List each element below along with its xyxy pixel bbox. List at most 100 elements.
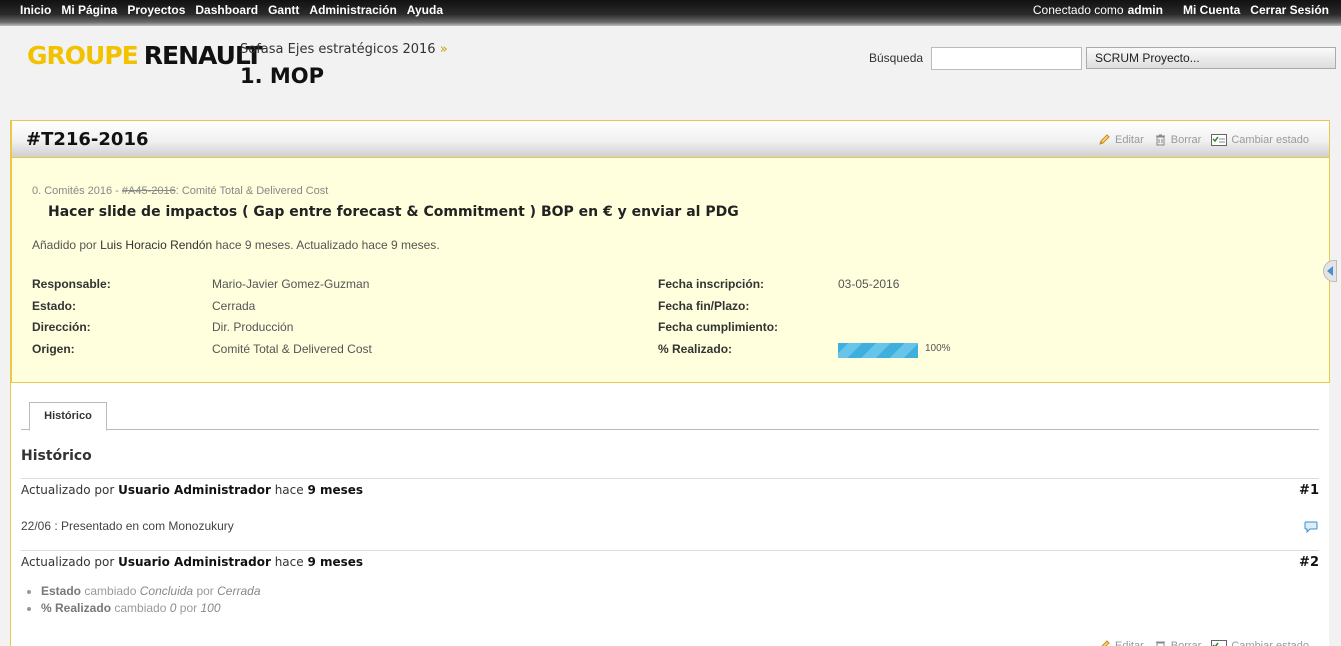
author-prefix: Añadido por bbox=[32, 238, 97, 252]
journal-number[interactable]: #1 bbox=[1299, 483, 1319, 498]
nav-proyectos[interactable]: Proyectos bbox=[127, 3, 185, 17]
edit-action[interactable]: Editar bbox=[1098, 133, 1144, 146]
journal-ago-prefix: hace bbox=[274, 555, 304, 569]
delete-action[interactable]: Borrar bbox=[1154, 133, 1202, 146]
change-status-label: Cambiar estado bbox=[1231, 133, 1309, 146]
detail-by: por bbox=[179, 601, 198, 615]
done-ratio-bar bbox=[838, 343, 918, 358]
sidebar-toggle[interactable] bbox=[1323, 260, 1337, 282]
nav-inicio[interactable]: Inicio bbox=[20, 3, 51, 17]
delete-icon bbox=[1155, 134, 1165, 146]
attr-value-fecha-inscripcion: 03-05-2016 bbox=[838, 277, 900, 291]
journal-updated-by: Actualizado por bbox=[21, 555, 115, 569]
change-status-label: Cambiar estado bbox=[1231, 639, 1309, 646]
search-label: Búsqueda bbox=[869, 51, 924, 65]
history-title: Histórico bbox=[21, 448, 92, 464]
author-link[interactable]: Luis Horacio Rendón bbox=[100, 238, 212, 252]
updated-ago[interactable]: hace 9 meses bbox=[362, 238, 437, 252]
my-account-link[interactable]: Mi Cuenta bbox=[1183, 3, 1240, 17]
detail-changed: cambiado bbox=[84, 584, 137, 598]
delete-icon bbox=[1155, 641, 1165, 646]
issue-actions-top: Editar Borrar Cambiar estado bbox=[1098, 133, 1309, 146]
journal-divider bbox=[21, 550, 1319, 551]
delete-label: Borrar bbox=[1170, 133, 1202, 146]
detail-to: 100 bbox=[200, 601, 221, 615]
tab-history[interactable]: Histórico bbox=[29, 402, 107, 431]
added-ago[interactable]: hace 9 meses bbox=[215, 238, 290, 252]
delete-label: Borrar bbox=[1170, 639, 1202, 646]
parent-prefix: 0. Comités 2016 - bbox=[32, 185, 119, 197]
attr-value-responsable[interactable]: Mario-Javier Gomez-Guzman bbox=[212, 277, 369, 291]
account-menu: Conectado como admin Mi Cuenta Cerrar Se… bbox=[1033, 3, 1329, 17]
attr-label-estado: Estado: bbox=[32, 299, 77, 313]
journal-ago-link[interactable]: 9 meses bbox=[307, 555, 363, 569]
journal-detail-item: Estado cambiado Concluida por Cerrada bbox=[41, 584, 261, 598]
parent-issue: 0. Comités 2016 - #A45-2016: Comité Tota… bbox=[32, 185, 328, 197]
breadcrumb-separator: » bbox=[439, 42, 448, 57]
project-jump-select[interactable]: SCRUM Proyecto... bbox=[1086, 47, 1336, 69]
edit-label: Editar bbox=[1115, 639, 1144, 646]
attr-label-direccion: Dirección: bbox=[32, 320, 91, 334]
change-status-action[interactable]: Cambiar estado bbox=[1211, 639, 1309, 646]
done-ratio-label: 100% bbox=[925, 343, 951, 354]
tabs-bar: Histórico bbox=[21, 402, 1319, 431]
main-nav: Inicio Mi Página Proyectos Dashboard Gan… bbox=[20, 3, 443, 17]
journal-ago-prefix: hace bbox=[274, 483, 304, 497]
attr-label-origen: Origen: bbox=[32, 342, 75, 356]
logo-text-groupe: GROUPE bbox=[27, 41, 139, 70]
attr-value-direccion: Dir. Producción bbox=[212, 320, 294, 334]
attr-value-estado: Cerrada bbox=[212, 299, 256, 313]
logged-in-label: Conectado como bbox=[1032, 3, 1124, 17]
content-area: #T216-2016 Editar Borrar Cambiar estado … bbox=[10, 120, 1337, 646]
edit-icon bbox=[1101, 640, 1110, 646]
attr-label-fecha-cumplimiento: Fecha cumplimiento: bbox=[658, 320, 779, 334]
logged-in-user[interactable]: admin bbox=[1128, 3, 1163, 17]
journal-detail-item: % Realizado cambiado 0 por 100 bbox=[41, 601, 261, 615]
attr-label-fecha-fin: Fecha fin/Plazo: bbox=[658, 299, 750, 313]
attr-label-realizado: % Realizado: bbox=[658, 342, 733, 356]
nav-dashboard[interactable]: Dashboard bbox=[195, 3, 258, 17]
delete-action[interactable]: Borrar bbox=[1154, 639, 1202, 646]
detail-by: por bbox=[196, 584, 214, 598]
change-status-icon bbox=[1211, 640, 1228, 646]
journal-note: 22/06 : Presentado en com Monozukury bbox=[21, 519, 234, 533]
edit-action[interactable]: Editar bbox=[1098, 639, 1144, 646]
issue-author-line: Añadido por Luis Horacio Rendón hace 9 m… bbox=[32, 238, 440, 252]
logout-link[interactable]: Cerrar Sesión bbox=[1250, 3, 1329, 17]
issue-subject: Hacer slide de impactos ( Gap entre fore… bbox=[48, 204, 739, 220]
journal-user-link[interactable]: Usuario Administrador bbox=[118, 483, 271, 497]
change-status-icon bbox=[1211, 134, 1228, 146]
issue-id: #T216-2016 bbox=[26, 129, 149, 150]
journal-header: Actualizado por Usuario Administrador ha… bbox=[21, 555, 363, 569]
project-title: 1. MOP bbox=[240, 64, 325, 88]
breadcrumb-parent-project[interactable]: Sofasa Ejes estratégicos 2016 bbox=[240, 42, 436, 57]
journal-header: Actualizado por Usuario Administrador ha… bbox=[21, 483, 363, 497]
journal-divider bbox=[21, 478, 1319, 479]
attr-label-responsable: Responsable: bbox=[32, 277, 111, 291]
groupe-renault-logo[interactable]: GROUPE RENAULT bbox=[27, 41, 263, 70]
change-status-action[interactable]: Cambiar estado bbox=[1211, 133, 1309, 146]
journal-ago-link[interactable]: 9 meses bbox=[307, 483, 363, 497]
detail-changed: cambiado bbox=[114, 601, 167, 615]
attr-label-fecha-inscripcion: Fecha inscripción: bbox=[658, 277, 765, 291]
nav-gantt[interactable]: Gantt bbox=[268, 3, 299, 17]
nav-mi-pagina[interactable]: Mi Página bbox=[61, 3, 117, 17]
detail-to: Cerrada bbox=[217, 584, 261, 598]
journal-number[interactable]: #2 bbox=[1299, 555, 1319, 570]
done-ratio-fill bbox=[838, 343, 918, 358]
detail-from: 0 bbox=[169, 601, 177, 615]
search-input[interactable] bbox=[931, 47, 1082, 70]
detail-field: % Realizado bbox=[41, 601, 112, 615]
nav-ayuda[interactable]: Ayuda bbox=[407, 3, 443, 17]
quote-icon[interactable] bbox=[1304, 520, 1318, 533]
parent-subject: : Comité Total & Delivered Cost bbox=[175, 185, 329, 197]
edit-icon bbox=[1099, 134, 1110, 145]
journal-details: Estado cambiado Concluida por Cerrada % … bbox=[41, 584, 261, 618]
edit-label: Editar bbox=[1115, 133, 1144, 146]
parent-issue-link[interactable]: #A45-2016 bbox=[122, 185, 176, 197]
detail-field: Estado bbox=[41, 584, 82, 598]
journal-updated-by: Actualizado por bbox=[21, 483, 115, 497]
nav-administracion[interactable]: Administración bbox=[309, 3, 396, 17]
journal-user-link[interactable]: Usuario Administrador bbox=[118, 555, 271, 569]
breadcrumb: Sofasa Ejes estratégicos 2016 » bbox=[240, 42, 448, 57]
